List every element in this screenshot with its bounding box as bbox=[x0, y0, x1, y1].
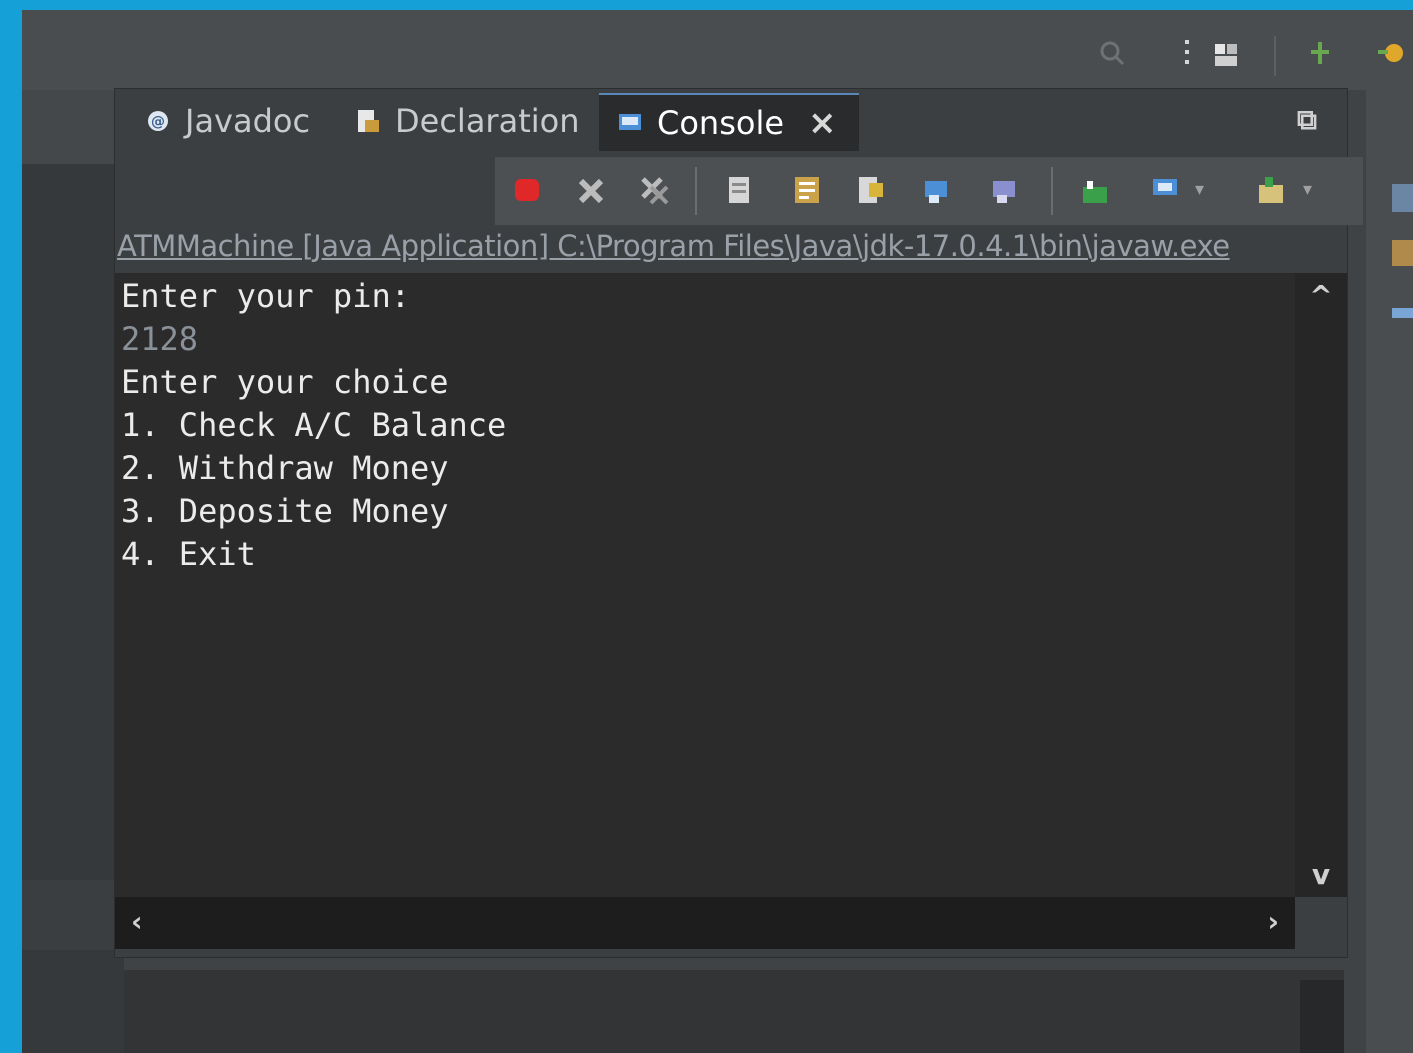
open-console-icon[interactable] bbox=[1255, 173, 1287, 207]
main-toolbar bbox=[22, 10, 1413, 90]
toolbar-separator bbox=[1274, 36, 1276, 76]
bottom-scrollbar[interactable] bbox=[1300, 980, 1344, 1053]
toolbar-grip-icon[interactable] bbox=[1182, 36, 1192, 70]
horizontal-scrollbar[interactable]: ‹ › bbox=[115, 897, 1295, 949]
terminate-icon[interactable] bbox=[511, 173, 543, 207]
svg-text:@: @ bbox=[151, 114, 165, 130]
tab-label: Declaration bbox=[395, 102, 580, 140]
show-on-error-icon[interactable] bbox=[921, 173, 953, 207]
javadoc-icon: @ bbox=[148, 111, 168, 131]
java-perspective-icon[interactable] bbox=[1306, 36, 1334, 70]
minimized-view-icon[interactable] bbox=[1392, 308, 1413, 318]
pin-console-icon[interactable] bbox=[987, 173, 1019, 207]
left-pane-divider bbox=[22, 880, 124, 950]
toolbar-separator bbox=[695, 167, 697, 215]
console-icon bbox=[619, 114, 641, 130]
word-wrap-icon[interactable] bbox=[791, 173, 823, 207]
dropdown-arrow-icon[interactable]: ▾ bbox=[1195, 179, 1204, 200]
maximize-restore-icon[interactable]: ⧉ bbox=[1297, 103, 1317, 137]
left-editor-pane bbox=[22, 90, 124, 1053]
console-output[interactable]: Enter your pin: 2128 Enter your choice 1… bbox=[115, 273, 1295, 897]
console-view: @ Javadoc Declaration Console × ⧉ ▾ ▾ AT… bbox=[114, 88, 1363, 958]
new-console-icon[interactable] bbox=[1079, 173, 1111, 207]
debug-perspective-icon[interactable] bbox=[1372, 36, 1412, 70]
launch-description: ATMMachine [Java Application] C:\Program… bbox=[117, 229, 1230, 263]
console-toolbar: ▾ ▾ bbox=[495, 157, 1363, 225]
scroll-right-icon[interactable]: › bbox=[1267, 905, 1279, 938]
search-icon[interactable] bbox=[1098, 36, 1126, 70]
declaration-icon bbox=[358, 110, 379, 132]
tab-console[interactable]: Console × bbox=[599, 93, 859, 151]
remove-launch-icon[interactable] bbox=[575, 173, 607, 207]
vertical-scrollbar[interactable]: ^ v bbox=[1295, 273, 1347, 897]
outline-view-icon[interactable] bbox=[1392, 184, 1413, 212]
console-line: Enter your choice bbox=[121, 363, 449, 401]
view-tab-bar: @ Javadoc Declaration Console × ⧉ bbox=[115, 89, 1347, 155]
scroll-up-icon[interactable]: ^ bbox=[1295, 279, 1347, 312]
left-pane-header bbox=[22, 90, 124, 164]
scroll-lock-icon[interactable] bbox=[723, 173, 755, 207]
scrollbar-corner bbox=[1295, 897, 1347, 949]
console-line: 1. Check A/C Balance bbox=[121, 406, 507, 444]
tab-label: Console bbox=[657, 104, 785, 142]
bottom-pane bbox=[124, 970, 1344, 1053]
show-on-output-icon[interactable] bbox=[855, 173, 887, 207]
display-console-icon[interactable] bbox=[1149, 173, 1181, 207]
console-line: Enter your pin: bbox=[121, 277, 410, 315]
scroll-left-icon[interactable]: ‹ bbox=[131, 905, 143, 938]
console-line: 3. Deposite Money bbox=[121, 492, 449, 530]
remove-all-terminated-icon[interactable] bbox=[639, 173, 671, 207]
console-line: 4. Exit bbox=[121, 535, 256, 573]
perspective-icon[interactable] bbox=[1212, 36, 1240, 70]
dropdown-arrow-icon[interactable]: ▾ bbox=[1303, 179, 1312, 200]
task-list-icon[interactable] bbox=[1392, 240, 1413, 266]
right-side-trim bbox=[1366, 90, 1413, 1053]
tab-javadoc[interactable]: @ Javadoc bbox=[145, 93, 310, 149]
tab-declaration[interactable]: Declaration bbox=[355, 93, 579, 149]
close-icon[interactable]: × bbox=[808, 103, 837, 143]
console-input-line: 2128 bbox=[121, 320, 199, 358]
scroll-down-icon[interactable]: v bbox=[1295, 858, 1347, 891]
tab-label: Javadoc bbox=[185, 102, 311, 140]
toolbar-separator bbox=[1051, 167, 1053, 215]
console-line: 2. Withdraw Money bbox=[121, 449, 449, 487]
